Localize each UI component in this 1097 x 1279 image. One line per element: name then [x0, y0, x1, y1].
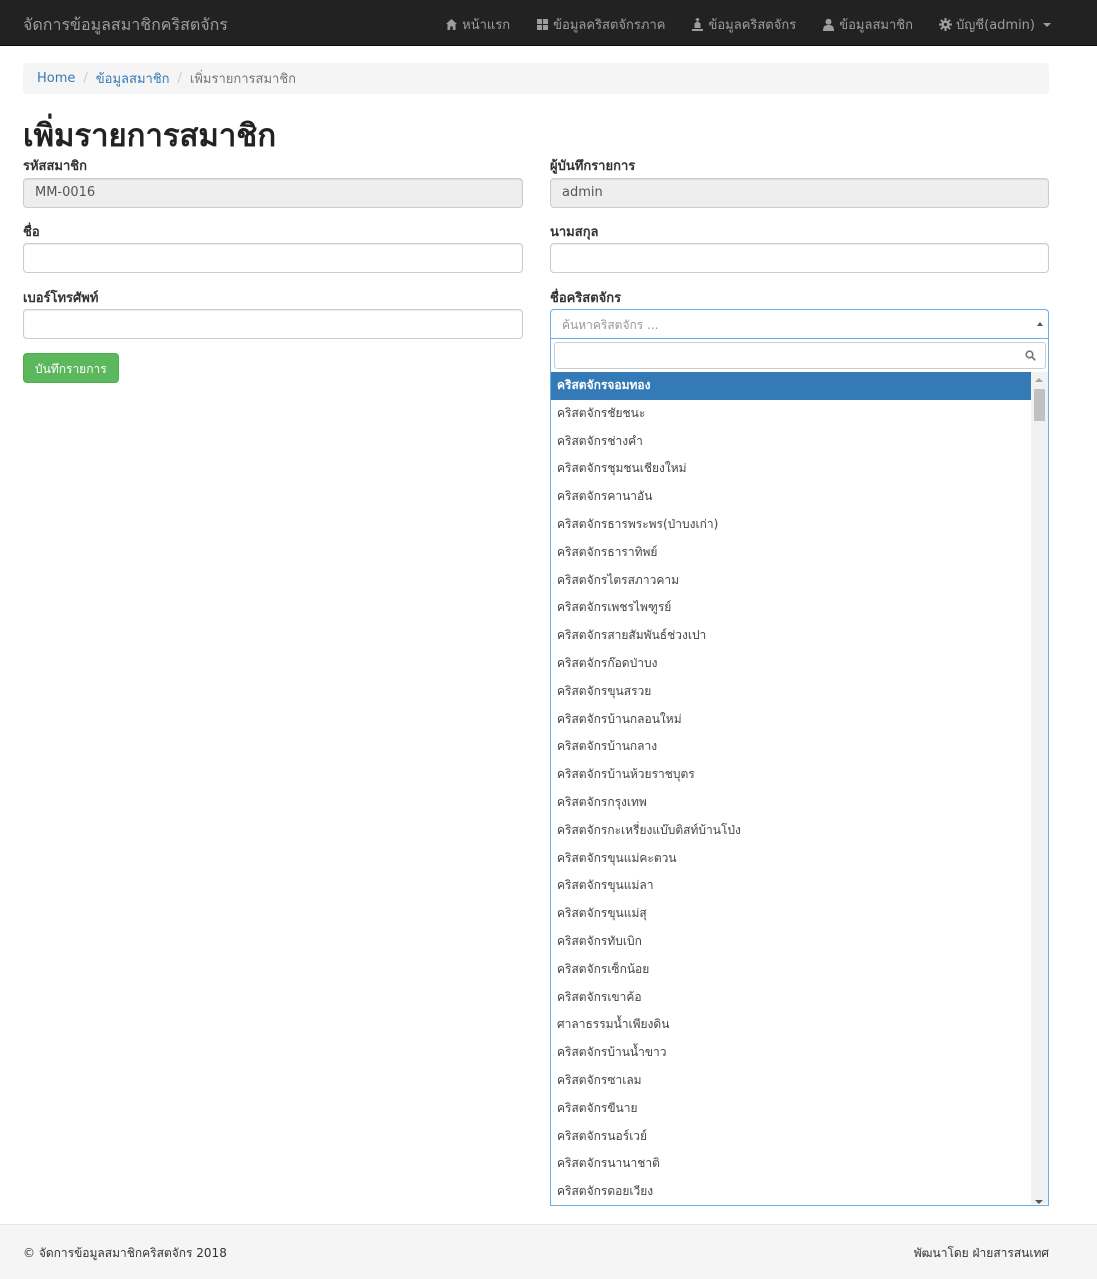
home-icon — [446, 19, 458, 30]
nav-church[interactable]: ข้อมูลคริสตจักร — [691, 14, 796, 35]
search-icon — [1025, 350, 1036, 361]
chevron-up-icon — [1037, 322, 1043, 326]
breadcrumb: Home / ข้อมูลสมาชิก / เพิ่มรายการสมาชิก — [23, 63, 1049, 94]
church-option[interactable]: คริสตจักรขุนแม่ลา — [551, 872, 1032, 900]
save-button[interactable]: บันทึกรายการ — [23, 353, 119, 383]
church-option[interactable]: คริสตจักรเขาค้อ — [551, 984, 1032, 1012]
church-dropdown: คริสตจักรจอมทอง คริสตจักรชัยชนะ คริสตจักรช… — [550, 339, 1049, 1206]
church-option[interactable]: คริสตจักรนานาชาติ — [551, 1150, 1032, 1178]
church-option[interactable]: คริสตจักรธาราทิพย์ — [551, 539, 1032, 567]
church-search-input[interactable] — [554, 342, 1046, 369]
church-option[interactable]: คริสตจักรบ้านห้วยราชบุตร — [551, 761, 1032, 789]
church-option-list: คริสตจักรจอมทอง คริสตจักรชัยชนะ คริสตจักรช… — [551, 372, 1032, 1206]
church-option[interactable]: คริสตจักรทับเบิก — [551, 928, 1032, 956]
nav-region-church[interactable]: ข้อมูลคริสตจักรภาค — [536, 14, 665, 35]
church-option[interactable]: คริสตจักรซาเลม — [551, 1067, 1032, 1095]
church-option[interactable]: คริสตจักรก๊อดป่าบง — [551, 650, 1032, 678]
scrollbar-thumb[interactable] — [1034, 389, 1045, 421]
phone-label: เบอร์โทรศัพท์ — [23, 291, 99, 306]
recorder-label: ผู้บันทึกรายการ — [550, 159, 636, 174]
church-option[interactable]: คริสตจักรเพชรไพฑูรย์ — [551, 594, 1032, 622]
firstname-field[interactable] — [23, 243, 523, 273]
user-icon — [823, 18, 835, 31]
chevron-down-icon — [1043, 22, 1051, 27]
church-option[interactable]: ศาลาธรรมน้ำเพียงดิน — [551, 1011, 1032, 1039]
nav-account[interactable]: บัญชี(admin) — [938, 14, 1051, 35]
breadcrumb-home[interactable]: Home — [37, 71, 75, 86]
lastname-label: นามสกุล — [550, 225, 599, 240]
breadcrumb-separator: / — [177, 71, 182, 86]
church-option[interactable]: คริสตจักรสายสัมพันธ์ช่วงเปา — [551, 622, 1032, 650]
footer: © จัดการข้อมูลสมาชิกคริสตจักร 2018 พัฒนา… — [0, 1224, 1097, 1279]
nav-home[interactable]: หน้าแรก — [445, 14, 510, 35]
dropdown-scrollbar[interactable] — [1031, 372, 1048, 1204]
member-id-label: รหัสสมาชิก — [23, 159, 87, 174]
church-icon — [692, 18, 704, 31]
footer-credit: พัฒนาโดย ฝ่ายสารสนเทศ — [913, 1246, 1049, 1260]
church-option[interactable]: คริสตจักรธารพระพร(ป่าบงเก่า) — [551, 511, 1032, 539]
church-option[interactable]: คริสตจักรกรุงเทพ — [551, 789, 1032, 817]
recorder-field: admin — [550, 178, 1049, 208]
church-option[interactable]: คริสตจักรบ้านน้ำขาว — [551, 1039, 1032, 1067]
gear-icon — [938, 18, 952, 31]
member-id-field: MM-0016 — [23, 178, 523, 208]
church-select-placeholder: ค้นหาคริสตจักร ... — [562, 318, 659, 332]
navbar-menu: หน้าแรก ข้อมูลคริสตจักรภาค ข้อมูลคริสตจั… — [445, 14, 1051, 35]
church-select[interactable]: ค้นหาคริสตจักร ... — [550, 309, 1049, 339]
church-option[interactable]: คริสตจักรชุมชนเชียงใหม่ — [551, 455, 1032, 483]
nav-region-church-label: ข้อมูลคริสตจักรภาค — [553, 18, 666, 33]
phone-field[interactable] — [23, 309, 523, 339]
page-title: เพิ่มรายการสมาชิก — [23, 118, 277, 154]
lastname-field[interactable] — [550, 243, 1049, 273]
church-option[interactable]: คริสตจักรเซ็กน้อย — [551, 956, 1032, 984]
scroll-up-icon[interactable] — [1035, 378, 1043, 382]
church-option[interactable]: คริสตจักรขุนแม่คะตวน — [551, 845, 1032, 873]
church-label: ชื่อคริสตจักร — [550, 291, 622, 306]
church-option[interactable]: คริสตจักรขุนสรวย — [551, 678, 1032, 706]
nav-church-label: ข้อมูลคริสตจักร — [708, 18, 797, 33]
church-option[interactable]: คริสตจักรขีนาย — [551, 1095, 1032, 1123]
breadcrumb-separator: / — [83, 71, 88, 86]
navbar-brand[interactable]: จัดการข้อมูลสมาชิกคริสตจักร — [23, 13, 228, 38]
breadcrumb-current: เพิ่มรายการสมาชิก — [189, 72, 297, 87]
church-option[interactable]: คริสตจักรขุนแม่สุ — [551, 900, 1032, 928]
church-option[interactable]: คริสตจักรดอยเวียง — [551, 1178, 1032, 1206]
nav-account-label: บัญชี(admin) — [955, 18, 1035, 33]
church-option[interactable]: คริสตจักรจอมทอง — [551, 372, 1032, 400]
nav-member-label: ข้อมูลสมาชิก — [839, 18, 913, 33]
church-option[interactable]: คริสตจักรคานาอัน — [551, 483, 1032, 511]
nav-member[interactable]: ข้อมูลสมาชิก — [822, 14, 913, 35]
breadcrumb-members[interactable]: ข้อมูลสมาชิก — [96, 68, 170, 89]
church-option[interactable]: คริสตจักรบ้านกลอนใหม่ — [551, 706, 1032, 734]
grid-icon — [537, 19, 549, 30]
church-option[interactable]: คริสตจักรนอร์เวย์ — [551, 1123, 1032, 1151]
church-option[interactable]: คริสตจักรไตรสภาวคาม — [551, 567, 1032, 595]
firstname-label: ชื่อ — [23, 225, 40, 240]
top-navbar: จัดการข้อมูลสมาชิกคริสตจักร หน้าแรก ข้อม… — [0, 0, 1097, 46]
nav-home-label: หน้าแรก — [462, 18, 511, 33]
church-option[interactable]: คริสตจักรชัยชนะ — [551, 400, 1032, 428]
scroll-down-icon[interactable] — [1035, 1200, 1043, 1204]
church-option[interactable]: คริสตจักรบ้านกลาง — [551, 733, 1032, 761]
footer-copyright: © จัดการข้อมูลสมาชิกคริสตจักร 2018 — [23, 1246, 227, 1260]
church-option[interactable]: คริสตจักรช่างคำ — [551, 428, 1032, 456]
church-option[interactable]: คริสตจักรกะเหรี่ยงแบ๊บติสท์บ้านโป่ง — [551, 817, 1032, 845]
